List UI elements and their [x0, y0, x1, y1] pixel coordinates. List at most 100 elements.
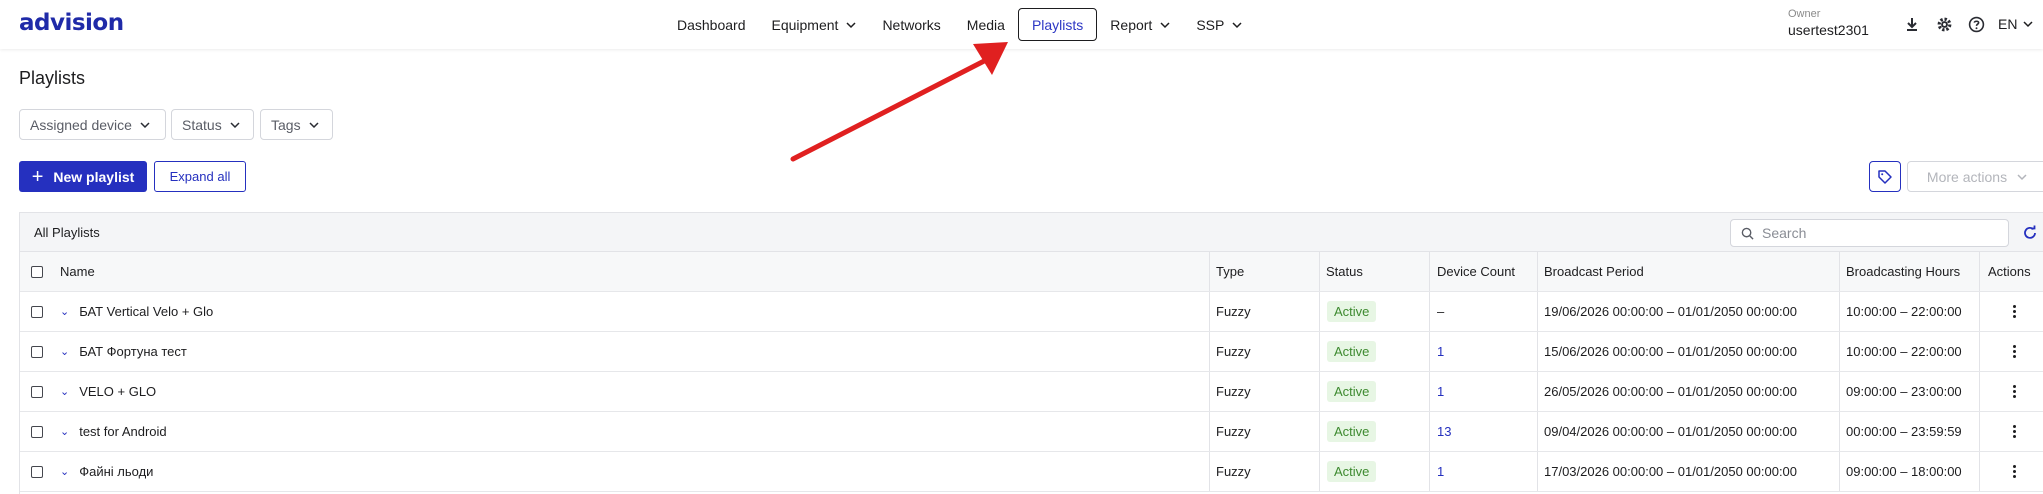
device-count: – [1437, 304, 1445, 319]
col-broadcast-period[interactable]: Broadcast Period [1537, 252, 1839, 291]
broadcast-period-cell: 09/04/2026 00:00:00 – 01/01/2050 00:00:0… [1537, 412, 1839, 451]
broadcast-period-cell: 26/05/2026 00:00:00 – 01/01/2050 00:00:0… [1537, 372, 1839, 411]
name-cell[interactable]: ⌄ Файні льоди [60, 452, 153, 491]
owner-info[interactable]: Owner usertest2301 [1788, 8, 1869, 38]
more-actions-dropdown[interactable]: More actions [1907, 161, 2043, 192]
filter-assigned-device[interactable]: Assigned device [19, 109, 166, 140]
language-selector[interactable]: EN [1998, 16, 2033, 32]
kebab-menu-icon[interactable] [2012, 304, 2016, 319]
refresh-button[interactable] [2020, 223, 2040, 243]
select-all-checkbox[interactable] [31, 265, 43, 278]
owner-label: Owner [1788, 8, 1821, 20]
expand-chevron-icon[interactable]: ⌄ [60, 465, 69, 478]
broadcast-period-cell: 17/03/2026 00:00:00 – 01/01/2050 00:00:0… [1537, 452, 1839, 491]
tags-button[interactable] [1869, 161, 1901, 192]
name-cell[interactable]: ⌄ БАТ Vertical Velo + Glo [60, 292, 213, 331]
filter-status[interactable]: Status [171, 109, 254, 140]
nav-label: Media [966, 16, 1005, 33]
col-name[interactable]: Name [60, 252, 95, 291]
device-count[interactable]: 1 [1437, 344, 1444, 359]
refresh-icon [2024, 225, 2036, 239]
nav-networks[interactable]: Networks [869, 8, 953, 41]
filter-label: Tags [271, 116, 301, 133]
playlist-name[interactable]: test for Android [79, 424, 166, 439]
table-row[interactable]: ⌄ Файні льоди Fuzzy Active 1 17/03/2026 … [20, 452, 2043, 492]
search-box[interactable] [1730, 219, 2009, 247]
playlist-name[interactable]: VELO + GLO [79, 384, 156, 399]
playlist-name[interactable]: БАТ Фортуна тест [79, 344, 187, 359]
row-checkbox[interactable] [31, 305, 43, 318]
download-icon[interactable] [1902, 14, 1922, 34]
chevron-down-icon [1160, 21, 1170, 28]
type-cell: Fuzzy [1209, 372, 1319, 411]
owner-name: usertest2301 [1788, 22, 1869, 38]
device-count-cell: 1 [1429, 332, 1537, 371]
nav-report[interactable]: Report [1097, 8, 1183, 41]
expand-chevron-icon[interactable]: ⌄ [60, 385, 69, 398]
device-count-cell: 13 [1429, 412, 1537, 451]
col-type[interactable]: Type [1209, 252, 1319, 291]
status-cell: Active [1319, 372, 1429, 411]
table-row[interactable]: ⌄ test for Android Fuzzy Active 13 09/04… [20, 412, 2043, 452]
nav-label: Playlists [1031, 16, 1084, 33]
kebab-menu-icon[interactable] [2012, 344, 2016, 359]
search-input[interactable] [1762, 225, 1992, 241]
table-row[interactable]: ⌄ БАТ Vertical Velo + Glo Fuzzy Active –… [20, 292, 2043, 332]
col-status[interactable]: Status [1319, 252, 1429, 291]
kebab-menu-icon[interactable] [2012, 424, 2016, 439]
nav-dashboard[interactable]: Dashboard [664, 8, 759, 41]
header-icons: EN [1902, 14, 2033, 34]
nav-media[interactable]: Media [954, 8, 1018, 41]
row-select-cell[interactable] [31, 412, 43, 451]
broadcast-period-cell: 19/06/2026 00:00:00 – 01/01/2050 00:00:0… [1537, 292, 1839, 331]
gear-icon[interactable] [1934, 14, 1954, 34]
type-cell: Fuzzy [1209, 332, 1319, 371]
playlist-name[interactable]: БАТ Vertical Velo + Glo [79, 304, 213, 319]
name-cell[interactable]: ⌄ VELO + GLO [60, 372, 156, 411]
row-checkbox[interactable] [31, 465, 43, 478]
row-select-cell[interactable] [31, 332, 43, 371]
status-cell: Active [1319, 452, 1429, 491]
row-select-cell[interactable] [31, 452, 43, 491]
col-device-count[interactable]: Device Count [1429, 252, 1537, 291]
kebab-menu-icon[interactable] [2012, 384, 2016, 399]
device-count[interactable]: 1 [1437, 384, 1444, 399]
app-logo[interactable]: advision [19, 10, 124, 36]
device-count[interactable]: 1 [1437, 464, 1444, 479]
status-badge: Active [1327, 461, 1377, 482]
col-broadcasting-hours[interactable]: Broadcasting Hours [1839, 252, 1979, 291]
chevron-down-icon [140, 121, 150, 128]
row-select-cell[interactable] [31, 372, 43, 411]
language-label: EN [1998, 16, 2018, 32]
new-playlist-button[interactable]: + New playlist [19, 161, 147, 192]
nav-equipment[interactable]: Equipment [759, 8, 870, 41]
expand-all-button[interactable]: Expand all [154, 161, 246, 192]
table-row[interactable]: ⌄ БАТ Фортуна тест Fuzzy Active 1 15/06/… [20, 332, 2043, 372]
select-all-cell[interactable] [31, 252, 43, 291]
device-count[interactable]: 13 [1437, 424, 1451, 439]
name-cell[interactable]: ⌄ test for Android [60, 412, 167, 451]
row-select-cell[interactable] [31, 292, 43, 331]
actions-cell [1979, 332, 2043, 371]
expand-chevron-icon[interactable]: ⌄ [60, 305, 69, 318]
table-title: All Playlists [34, 225, 100, 240]
playlist-name[interactable]: Файні льоди [79, 464, 153, 479]
top-header: advision Dashboard Equipment Networks Me… [0, 0, 2043, 49]
expand-chevron-icon[interactable]: ⌄ [60, 425, 69, 438]
table-row[interactable]: ⌄ VELO + GLO Fuzzy Active 1 26/05/2026 0… [20, 372, 2043, 412]
row-checkbox[interactable] [31, 345, 43, 358]
broadcasting-hours-cell: 10:00:00 – 22:00:00 [1839, 292, 1979, 331]
nav-ssp[interactable]: SSP [1183, 8, 1255, 41]
row-checkbox[interactable] [31, 385, 43, 398]
help-icon[interactable] [1966, 14, 1986, 34]
filter-tags[interactable]: Tags [260, 109, 333, 140]
search-icon [1741, 227, 1754, 240]
actions-cell [1979, 412, 2043, 451]
chevron-down-icon [2017, 173, 2027, 180]
button-label: New playlist [53, 168, 135, 185]
name-cell[interactable]: ⌄ БАТ Фортуна тест [60, 332, 187, 371]
kebab-menu-icon[interactable] [2012, 464, 2016, 479]
nav-playlists[interactable]: Playlists [1017, 8, 1098, 41]
expand-chevron-icon[interactable]: ⌄ [60, 345, 69, 358]
row-checkbox[interactable] [31, 425, 43, 438]
